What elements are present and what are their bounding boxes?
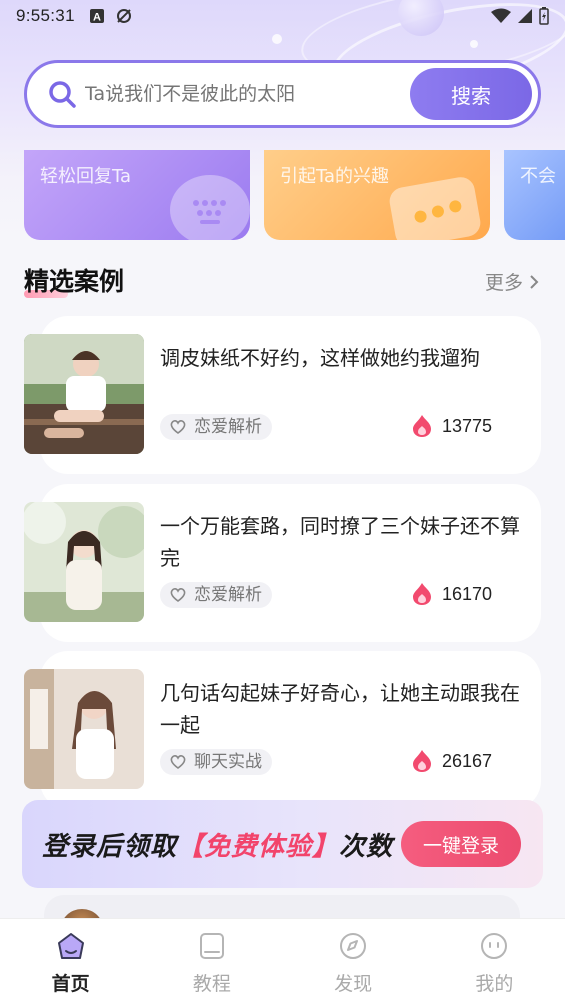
tab-home[interactable]: 首页 <box>0 919 141 1005</box>
case-popularity: 16170 <box>412 582 492 606</box>
section-title: 精选案例 <box>24 267 125 296</box>
feature-card-interest[interactable]: 引起Ta的兴趣 <box>264 150 490 240</box>
chevron-right-icon <box>530 275 539 289</box>
case-tag-label: 恋爱解析 <box>194 417 262 437</box>
case-title: 调皮妹纸不好约，这样做她约我遛狗 <box>160 346 480 370</box>
featured-cases-header: 精选案例 更多 <box>24 262 541 302</box>
face-icon <box>481 933 508 959</box>
tab-label: 教程 <box>192 973 231 995</box>
notification-a-icon: A <box>89 9 104 24</box>
case-thumbnail <box>24 502 144 622</box>
feature-cards: 轻松回复Ta 引起Ta的兴趣 不会 <box>0 150 565 242</box>
more-link[interactable]: 更多 <box>485 268 539 295</box>
search-input[interactable] <box>83 82 397 106</box>
chat-bubble-icon <box>387 174 483 240</box>
case-tag: 聊天实战 <box>160 749 272 775</box>
tab-tutorial[interactable]: 教程 <box>141 919 282 1005</box>
banner-text-after: 次数 <box>339 832 394 862</box>
battery-icon <box>539 7 549 25</box>
tab-discover[interactable]: 发现 <box>283 919 424 1005</box>
bottom-tab-bar: 首页 教程 发现 我的 <box>0 918 565 1005</box>
login-banner[interactable]: 登录后领取【免费体验】次数 一键登录 <box>22 800 543 888</box>
tab-mine[interactable]: 我的 <box>424 919 565 1005</box>
feature-card-label: 轻松回复Ta <box>40 166 132 187</box>
login-banner-text: 登录后领取【免费体验】次数 <box>42 826 393 863</box>
wifi-icon <box>491 8 511 23</box>
banner-text-accent: 【免费体验】 <box>177 832 340 862</box>
svg-text:A: A <box>93 12 101 24</box>
feature-card-reply[interactable]: 轻松回复Ta <box>24 150 250 240</box>
search-icon <box>47 79 77 109</box>
case-tag: 恋爱解析 <box>160 582 272 608</box>
case-thumbnail <box>24 334 144 454</box>
case-title: 几句话勾起妹子好奇心，让她主动跟我在一起 <box>160 681 520 737</box>
tab-label: 我的 <box>475 973 514 995</box>
home-icon <box>57 933 84 959</box>
book-icon <box>199 933 224 959</box>
case-popularity: 13775 <box>412 414 492 438</box>
case-item[interactable]: 调皮妹纸不好约，这样做她约我遛狗 恋爱解析 13775 <box>24 316 541 474</box>
case-count: 16170 <box>442 583 493 604</box>
signal-icon <box>518 9 532 23</box>
feature-card-label: 不会 <box>520 166 556 187</box>
case-count: 26167 <box>442 750 493 771</box>
search-bar: 搜索 <box>24 60 541 128</box>
notification-app-icon <box>116 9 131 23</box>
feature-card-label: 引起Ta的兴趣 <box>280 166 390 187</box>
case-thumbnail <box>24 669 144 789</box>
one-click-login-button[interactable]: 一键登录 <box>401 821 521 867</box>
heart-icon <box>170 754 186 769</box>
star-decoration <box>470 40 478 48</box>
flame-icon <box>413 583 431 605</box>
status-time: 9:55:31 <box>16 6 75 25</box>
status-bar: 9:55:31 A <box>0 0 565 32</box>
case-tag: 恋爱解析 <box>160 414 272 440</box>
tab-label: 发现 <box>334 973 373 995</box>
case-tag-label: 恋爱解析 <box>194 585 262 605</box>
banner-text-before: 登录后领取 <box>42 832 178 862</box>
flame-icon <box>413 415 431 437</box>
more-link-label: 更多 <box>484 272 523 294</box>
search-button[interactable]: 搜索 <box>410 68 532 120</box>
case-popularity: 26167 <box>412 749 492 773</box>
heart-icon <box>170 587 186 602</box>
heart-icon <box>170 419 186 434</box>
case-count: 13775 <box>442 415 493 436</box>
compass-icon <box>340 933 367 959</box>
feature-card-third[interactable]: 不会 <box>504 150 565 240</box>
tab-label: 首页 <box>51 973 90 995</box>
keyboard-icon <box>170 175 250 240</box>
case-item[interactable]: 一个万能套路，同时撩了三个妹子还不算完 恋爱解析 16170 <box>24 484 541 642</box>
case-item[interactable]: 几句话勾起妹子好奇心，让她主动跟我在一起 聊天实战 26167 <box>24 651 541 809</box>
case-title: 一个万能套路，同时撩了三个妹子还不算完 <box>160 514 520 570</box>
flame-icon <box>413 750 431 772</box>
star-decoration <box>272 34 282 44</box>
case-tag-label: 聊天实战 <box>194 752 262 772</box>
